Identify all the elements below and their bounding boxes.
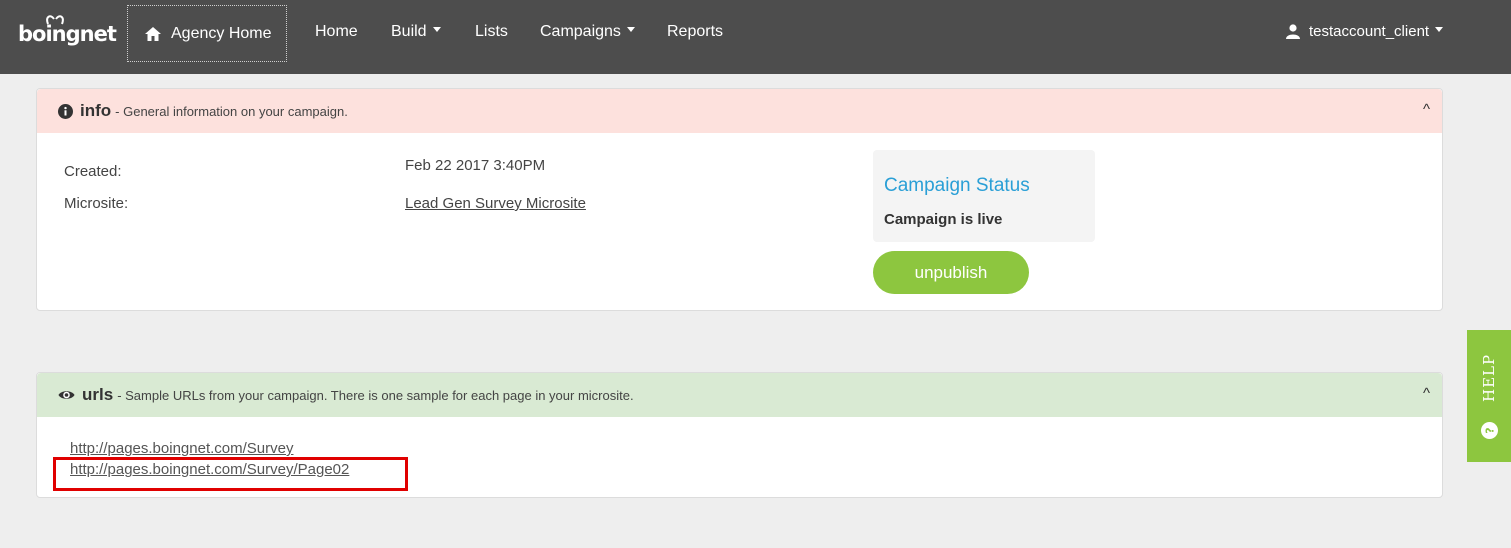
- nav-lists-label: Lists: [475, 23, 508, 40]
- campaign-status-box: Campaign Status Campaign is live: [873, 150, 1095, 242]
- campaign-status-text: Campaign is live: [884, 211, 1003, 228]
- nav-build-label: Build: [391, 23, 427, 40]
- created-label: Created:: [64, 163, 122, 180]
- collapse-toggle-icon[interactable]: ^: [1423, 385, 1430, 402]
- created-value: Feb 22 2017 3:40PM: [405, 157, 546, 174]
- sample-url-link[interactable]: http://pages.boingnet.com/Survey: [70, 440, 293, 457]
- boingnet-logo[interactable]: boingnet: [18, 12, 117, 52]
- collapse-toggle-icon[interactable]: ^: [1423, 101, 1430, 118]
- highlight-annotation: [53, 457, 408, 491]
- nav-build[interactable]: Build: [391, 23, 441, 41]
- info-panel-description: - General information on your campaign.: [115, 103, 348, 119]
- home-icon: [145, 26, 161, 41]
- help-label: HELP: [1480, 353, 1498, 403]
- caret-down-icon: [432, 27, 441, 33]
- nav-campaigns-label: Campaigns: [540, 23, 621, 40]
- svg-text:?: ?: [1484, 427, 1497, 433]
- agency-home-label: Agency Home: [171, 24, 272, 42]
- urls-panel-title: urls: [82, 385, 114, 404]
- nav-lists[interactable]: Lists: [475, 23, 508, 41]
- microsite-link[interactable]: Lead Gen Survey Microsite: [405, 195, 586, 212]
- caret-down-icon: [1435, 27, 1444, 32]
- nav-campaigns[interactable]: Campaigns: [540, 23, 635, 41]
- logo-text: boingnet: [18, 22, 117, 46]
- urls-panel: urls - Sample URLs from your campaign. T…: [36, 372, 1443, 498]
- nav-home-label: Home: [315, 23, 358, 40]
- help-tab[interactable]: HELP ?: [1467, 330, 1511, 462]
- user-menu[interactable]: testaccount_client: [1286, 23, 1444, 40]
- agency-home-button[interactable]: Agency Home: [127, 5, 287, 62]
- question-circle-icon: ?: [1481, 422, 1498, 439]
- unpublish-button[interactable]: unpublish: [873, 251, 1029, 294]
- caret-down-icon: [626, 27, 635, 33]
- top-navbar: boingnet Agency Home Home Build Lists Ca…: [0, 0, 1511, 74]
- eye-icon: [58, 391, 75, 399]
- nav-reports[interactable]: Reports: [667, 23, 723, 41]
- nav-reports-label: Reports: [667, 23, 724, 40]
- nav-home[interactable]: Home: [315, 23, 358, 41]
- info-panel-title: info: [80, 101, 112, 120]
- urls-panel-description: - Sample URLs from your campaign. There …: [117, 387, 634, 403]
- info-icon: [58, 103, 73, 119]
- urls-panel-header[interactable]: urls - Sample URLs from your campaign. T…: [37, 373, 1442, 417]
- info-panel-header[interactable]: info - General information on your campa…: [37, 89, 1442, 133]
- info-panel: info - General information on your campa…: [36, 88, 1443, 311]
- campaign-status-title: Campaign Status: [884, 175, 1030, 196]
- user-name: testaccount_client: [1309, 23, 1430, 40]
- user-icon: [1286, 24, 1300, 39]
- microsite-label: Microsite:: [64, 195, 129, 212]
